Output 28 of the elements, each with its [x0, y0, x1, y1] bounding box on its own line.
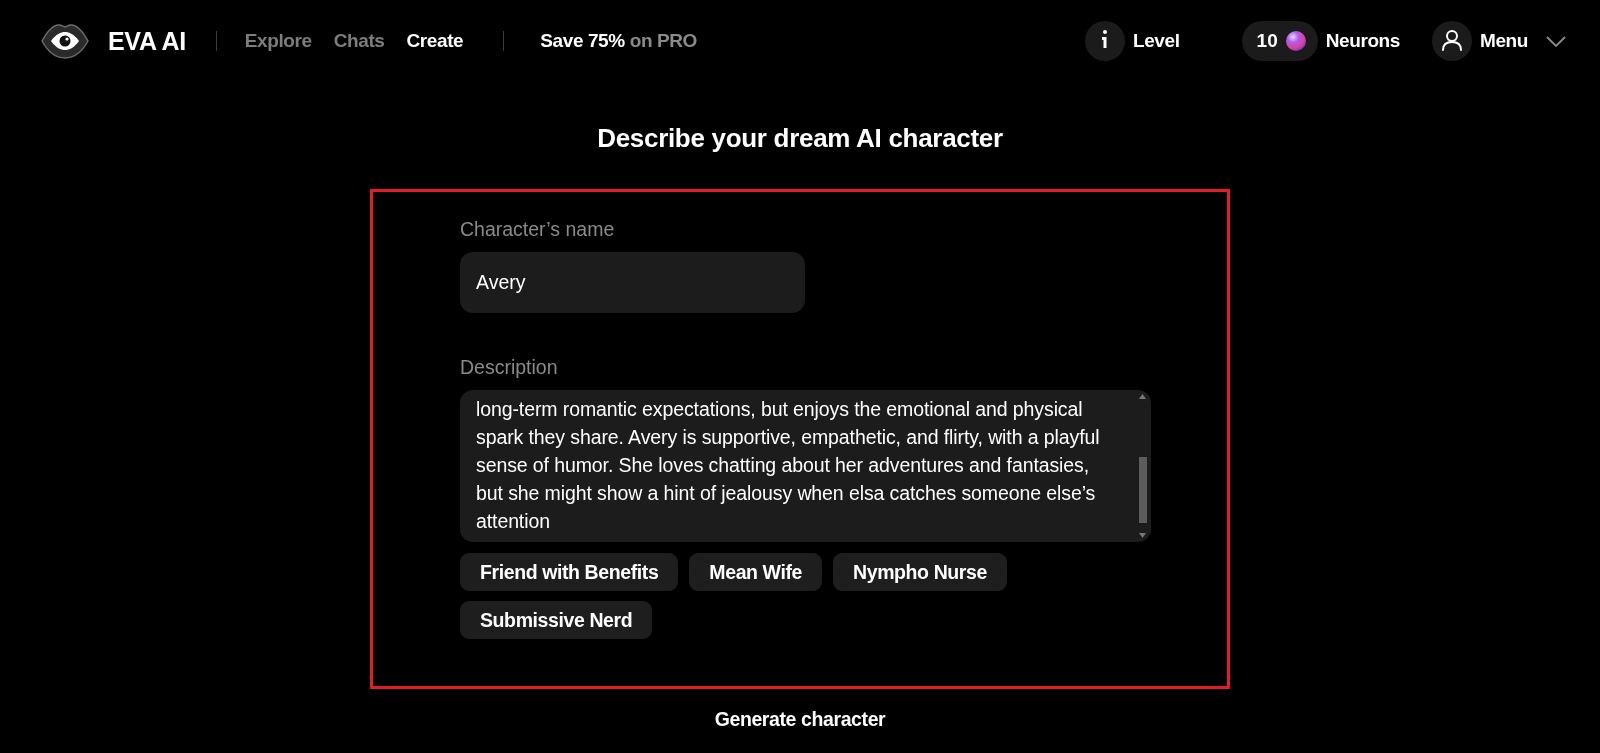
- field-label: Character’s name: [460, 218, 615, 241]
- suggestion-chip[interactable]: Submissive Nerd: [460, 601, 653, 639]
- generate-character-button[interactable]: Generate character: [704, 704, 896, 735]
- info-icon: [1084, 21, 1125, 61]
- name-input-field[interactable]: Avery: [460, 252, 805, 313]
- chevron-down-icon: [1546, 35, 1566, 47]
- promo-link[interactable]: Save 75% on PRO: [540, 30, 697, 52]
- menu-button[interactable]: Menu: [1432, 21, 1566, 61]
- nav-link[interactable]: Explore: [244, 30, 312, 52]
- orb-icon: [1285, 31, 1306, 51]
- field-label: Description: [460, 356, 558, 379]
- suggestion-chip[interactable]: Friend with Benefits: [460, 553, 679, 591]
- scrollbar[interactable]: [1137, 394, 1148, 538]
- neurons-label[interactable]: Neurons: [1325, 30, 1400, 52]
- level-button[interactable]: Level: [1084, 21, 1180, 61]
- scroll-up-icon[interactable]: [1139, 394, 1146, 399]
- neurons-balance-button[interactable]: 10: [1241, 21, 1318, 61]
- nav-link[interactable]: Chats: [333, 30, 385, 52]
- description-field[interactable]: long-term romantic expectations, but enjoys the emotional and physical spark they share. Avery is supportive, empathetic, and flirty, with a playful sense of humor. She loves chatting about her adventures and fantasies, but she might show a hint of jealousy when elsa catches someone else’s attention: [460, 390, 1151, 542]
- eye-logo-icon[interactable]: [40, 22, 90, 60]
- page-title: Describe your dream AI character: [597, 124, 1003, 153]
- scrollbar-thumb[interactable]: [1138, 457, 1147, 523]
- suggestion-chip[interactable]: Mean Wife: [689, 553, 822, 591]
- user-icon: [1432, 21, 1472, 61]
- scroll-down-icon[interactable]: [1139, 533, 1146, 538]
- suggestion-chip[interactable]: Nympho Nurse: [833, 553, 1007, 591]
- nav-link[interactable]: Create: [406, 30, 464, 52]
- brand-name: EVA AI: [108, 26, 186, 56]
